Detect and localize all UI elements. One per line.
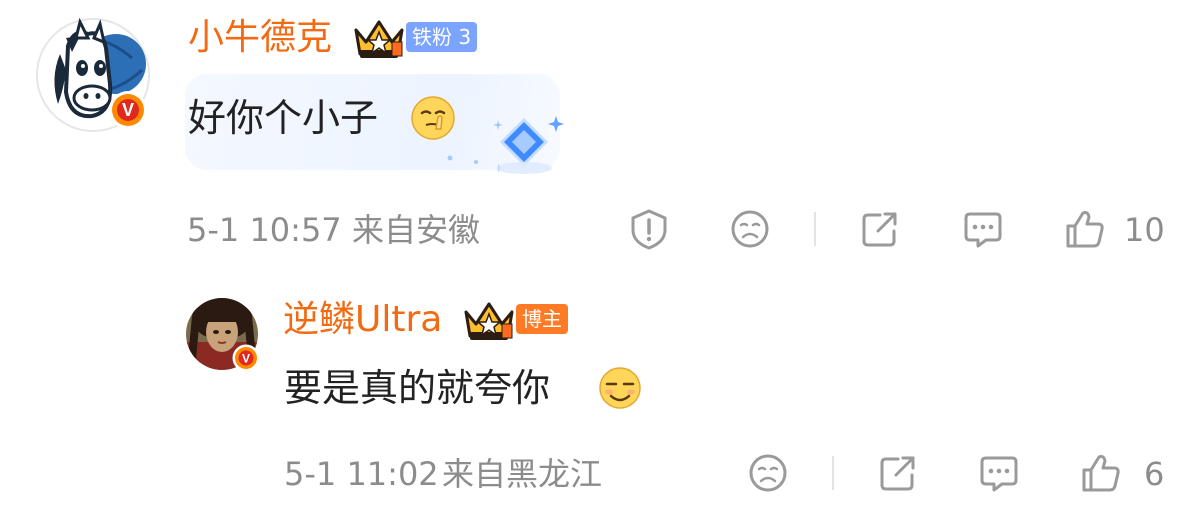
dislike-face-icon[interactable] xyxy=(730,209,770,249)
smirk-face-icon xyxy=(598,366,642,410)
like-icon[interactable] xyxy=(1064,208,1106,250)
verified-badge: V xyxy=(232,344,260,372)
crown-icon xyxy=(462,298,516,342)
verified-badge: V xyxy=(108,90,148,130)
like-count: 10 xyxy=(1124,211,1165,249)
comment-icon[interactable] xyxy=(962,210,1004,250)
divider xyxy=(814,212,816,246)
svg-text:V: V xyxy=(122,100,134,120)
username[interactable]: 小牛德克 xyxy=(188,18,332,58)
share-icon[interactable] xyxy=(878,453,918,493)
like-icon[interactable] xyxy=(1080,452,1122,494)
comment-location: 来自安徽 xyxy=(352,211,481,249)
comment-text: 好你个小子 xyxy=(188,96,379,140)
divider xyxy=(832,456,834,490)
like-count: 6 xyxy=(1144,455,1165,493)
comment-icon[interactable] xyxy=(978,454,1020,494)
report-icon[interactable] xyxy=(628,208,670,250)
comment-text: 要是真的就夸你 xyxy=(284,366,551,410)
username[interactable]: 逆鳞Ultra xyxy=(283,300,442,340)
share-icon[interactable] xyxy=(860,209,900,249)
comment-time: 5-1 11:02 xyxy=(284,455,439,493)
diamond-decoration-icon xyxy=(440,110,570,176)
fan-level-badge[interactable]: 铁粉 3 xyxy=(406,22,478,52)
comment-location: 来自黑龙江 xyxy=(442,455,603,493)
blogger-badge: 博主 xyxy=(516,304,568,334)
dislike-face-icon[interactable] xyxy=(748,453,788,493)
svg-text:V: V xyxy=(242,352,250,366)
comment-time: 5-1 10:57 xyxy=(187,211,342,249)
crown-icon xyxy=(352,16,406,60)
